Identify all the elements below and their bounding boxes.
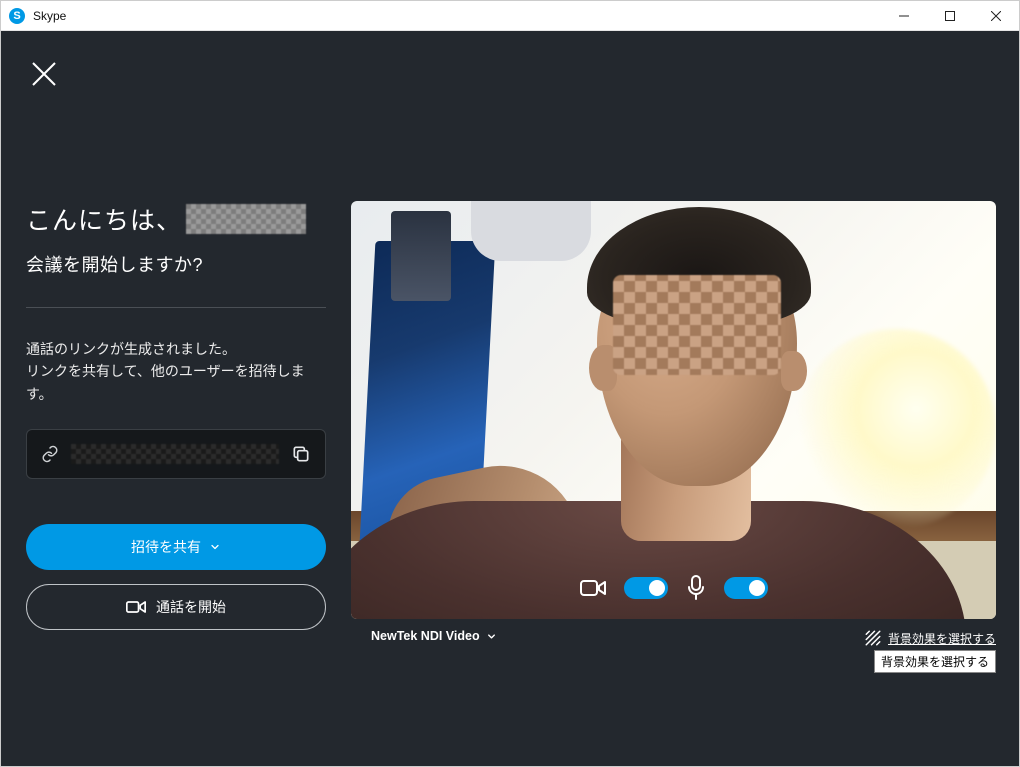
right-panel: NewTek NDI Video bbox=[351, 201, 996, 766]
background-effect-button[interactable]: 背景効果を選択する bbox=[864, 629, 996, 647]
video-preview-image bbox=[351, 201, 996, 619]
copy-link-button[interactable] bbox=[291, 444, 311, 464]
divider bbox=[26, 307, 326, 308]
link-info-text: 通話のリンクが生成されました。 リンクを共有して、他のユーザーを招待します。 bbox=[26, 338, 326, 405]
call-link-box bbox=[26, 429, 326, 479]
window-minimize-button[interactable] bbox=[881, 1, 927, 30]
below-video-bar: NewTek NDI Video bbox=[351, 629, 996, 673]
skype-logo-icon: S bbox=[9, 8, 25, 24]
camera-source-label: NewTek NDI Video bbox=[371, 629, 480, 643]
link-info-line1: 通話のリンクが生成されました。 bbox=[26, 341, 236, 357]
greeting-subtitle: 会議を開始しますか? bbox=[26, 251, 326, 277]
background-effect-label: 背景効果を選択する bbox=[888, 630, 996, 647]
chevron-down-icon bbox=[209, 541, 221, 553]
background-effect-icon bbox=[864, 629, 882, 647]
video-camera-icon bbox=[126, 599, 146, 615]
window-close-button[interactable] bbox=[973, 1, 1019, 30]
face-redacted bbox=[613, 275, 781, 375]
greeting-hello: こんにちは、 bbox=[26, 201, 182, 237]
video-controls bbox=[351, 575, 996, 601]
link-icon bbox=[41, 445, 59, 463]
share-invite-button[interactable]: 招待を共有 bbox=[26, 524, 326, 570]
share-invite-label: 招待を共有 bbox=[131, 537, 201, 557]
window-title: Skype bbox=[33, 9, 66, 23]
microphone-toggle[interactable] bbox=[724, 577, 768, 599]
microphone-icon bbox=[686, 575, 706, 601]
start-call-label: 通話を開始 bbox=[156, 597, 226, 617]
chevron-down-icon bbox=[486, 631, 497, 642]
titlebar: S Skype bbox=[1, 1, 1019, 31]
camera-icon bbox=[580, 578, 606, 598]
start-call-button[interactable]: 通話を開始 bbox=[26, 584, 326, 630]
close-overlay-button[interactable] bbox=[31, 61, 57, 87]
greeting-username-redacted bbox=[186, 204, 306, 234]
camera-toggle[interactable] bbox=[624, 577, 668, 599]
skype-window: S Skype こんにちは、 会議を開始しますか? bbox=[0, 0, 1020, 767]
video-preview bbox=[351, 201, 996, 619]
background-effect-tooltip: 背景効果を選択する bbox=[874, 650, 996, 673]
camera-source-select[interactable]: NewTek NDI Video bbox=[371, 629, 497, 643]
app-body: こんにちは、 会議を開始しますか? 通話のリンクが生成されました。 リンクを共有… bbox=[1, 31, 1019, 766]
greeting: こんにちは、 bbox=[26, 201, 326, 237]
window-maximize-button[interactable] bbox=[927, 1, 973, 30]
call-link-value-redacted[interactable] bbox=[71, 444, 279, 464]
link-info-line2: リンクを共有して、他のユーザーを招待します。 bbox=[26, 363, 305, 401]
left-panel: こんにちは、 会議を開始しますか? 通話のリンクが生成されました。 リンクを共有… bbox=[26, 201, 326, 766]
